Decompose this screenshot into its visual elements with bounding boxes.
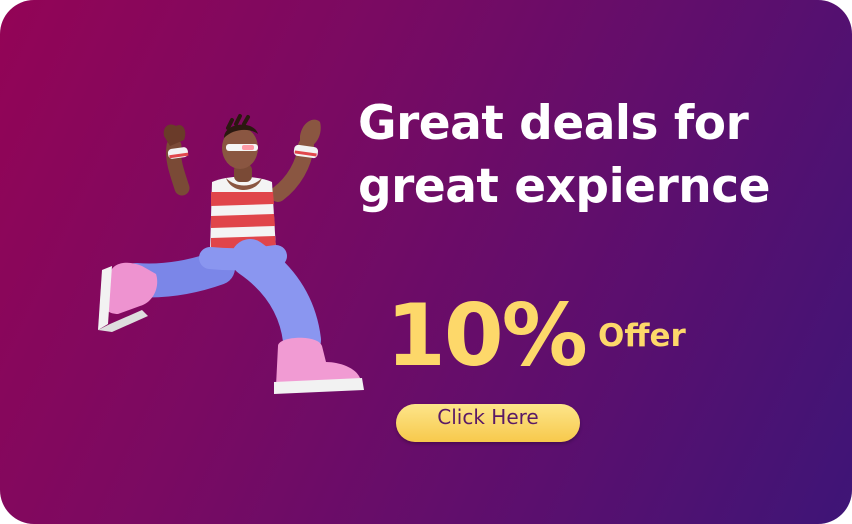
click-here-button-label: Click Here [437,405,539,429]
headline-line-1: Great deals for [358,96,749,151]
running-character-illustration [98,114,364,394]
headline: Great deals for great expiernce [358,92,770,218]
offer-label: Offer [598,318,686,354]
headline-line-2: great expiernce [358,159,770,214]
click-here-button[interactable]: Click Here [396,404,580,442]
discount-percent: 10% [386,286,588,386]
promo-banner: Great deals for great expiernce 10% Offe… [0,0,852,524]
